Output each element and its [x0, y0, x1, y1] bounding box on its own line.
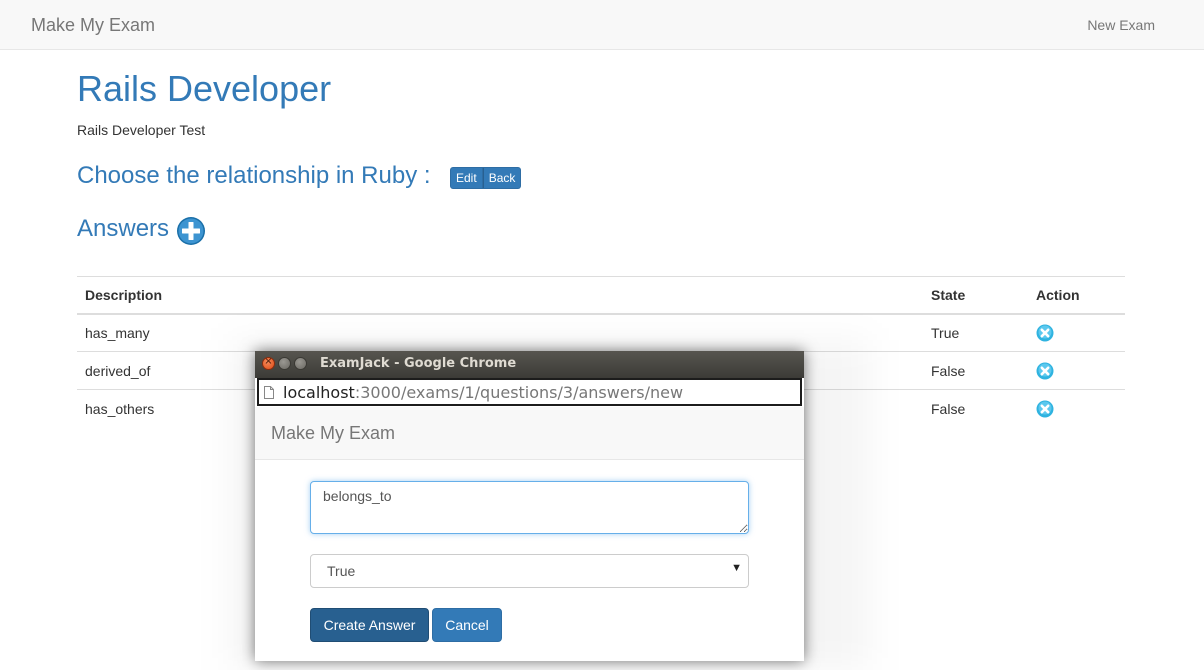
answer-action	[1028, 389, 1125, 428]
window-minimize-button[interactable]	[278, 357, 291, 370]
answer-action	[1028, 313, 1125, 352]
cancel-button[interactable]: Cancel	[432, 608, 502, 642]
answer-description-field[interactable]: belongs_to	[310, 481, 749, 534]
new-exam-link[interactable]: New Exam	[1087, 17, 1155, 33]
answer-state: True	[923, 313, 1028, 352]
edit-button[interactable]: Edit	[450, 167, 483, 189]
back-button[interactable]: Back	[482, 167, 522, 189]
answers-heading: Answers	[77, 215, 170, 242]
question-actions: Edit Back	[450, 167, 522, 189]
delete-x-icon[interactable]	[1036, 400, 1054, 418]
column-header-action: Action	[1028, 276, 1125, 315]
answer-state: False	[923, 351, 1028, 390]
selected-state: True	[327, 563, 356, 579]
answer-action	[1028, 351, 1125, 390]
create-answer-button[interactable]: Create Answer	[310, 608, 429, 642]
popup-navbar: Make My Exam	[255, 407, 804, 460]
answer-state: False	[923, 389, 1028, 428]
question-title: Choose the relationship in Ruby :	[77, 162, 431, 189]
caret-down-icon: ▼	[731, 562, 742, 574]
table-header-row: Description State Action	[77, 276, 1125, 315]
plus-circle-icon[interactable]	[176, 216, 206, 246]
popup-window: × ExamJack - Google Chrome localhost:300…	[255, 351, 804, 661]
exam-description: Rails Developer Test	[77, 122, 206, 138]
top-navbar: Make My Exam New Exam	[0, 0, 1204, 50]
navbar-brand[interactable]: Make My Exam	[31, 15, 155, 36]
column-header-state: State	[923, 276, 1028, 315]
page-icon	[264, 386, 274, 399]
column-header-description: Description	[77, 276, 923, 315]
delete-x-icon[interactable]	[1036, 362, 1054, 380]
page-title: Rails Developer	[77, 68, 332, 109]
window-titlebar[interactable]: × ExamJack - Google Chrome	[255, 351, 804, 378]
window-title: ExamJack - Google Chrome	[320, 356, 517, 371]
popup-navbar-brand[interactable]: Make My Exam	[271, 423, 395, 444]
address-bar[interactable]: localhost:3000/exams/1/questions/3/answe…	[257, 378, 802, 406]
answer-state-select[interactable]: True ▼	[310, 554, 749, 588]
url-path: :3000/exams/1/questions/3/answers/new	[354, 383, 684, 402]
window-maximize-button[interactable]	[294, 357, 307, 370]
url-text: localhost:3000/exams/1/questions/3/answe…	[283, 383, 683, 402]
close-icon: ×	[264, 356, 273, 367]
url-host: localhost	[283, 383, 355, 402]
delete-x-icon[interactable]	[1036, 324, 1054, 342]
window-close-button[interactable]: ×	[262, 356, 275, 370]
